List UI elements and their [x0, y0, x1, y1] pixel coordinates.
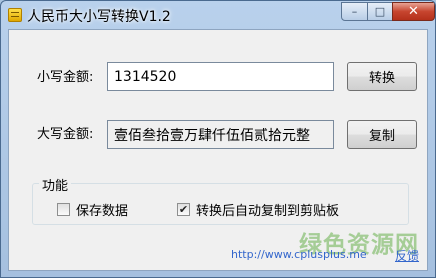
checkbox-unchecked-icon[interactable]	[57, 203, 70, 216]
small-amount-input[interactable]	[107, 62, 334, 91]
save-data-label: 保存数据	[76, 204, 129, 219]
window-title: 人民币大小写转换V1.2	[27, 9, 171, 25]
app-window: 人民币大小写转换V1.2 – □ ✕ 小写金额: 转换 大写金额: 壹佰叁拾壹万…	[0, 0, 436, 278]
convert-button[interactable]: 转换	[347, 62, 417, 91]
minimize-button[interactable]: –	[341, 2, 368, 21]
feedback-link[interactable]: 反馈	[395, 247, 419, 264]
title-bar[interactable]: 人民币大小写转换V1.2 – □ ✕	[1, 1, 435, 29]
minimize-icon: –	[351, 5, 358, 18]
copy-button[interactable]: 复制	[347, 120, 417, 149]
big-amount-field[interactable]: 壹佰叁拾壹万肆仟伍佰贰拾元整	[107, 120, 334, 149]
website-link[interactable]: http://www.cplusplus.me	[231, 248, 367, 261]
auto-copy-checkbox[interactable]: ✔ 转换后自动复制到剪贴板	[177, 200, 339, 219]
small-amount-label: 小写金额:	[37, 70, 94, 85]
maximize-button[interactable]: □	[367, 2, 393, 21]
app-icon	[8, 8, 22, 22]
maximize-icon: □	[374, 5, 386, 18]
save-data-checkbox[interactable]: 保存数据	[57, 200, 128, 219]
checkbox-checked-icon[interactable]: ✔	[177, 203, 190, 216]
client-area: 小写金额: 转换 大写金额: 壹佰叁拾壹万肆仟伍佰贰拾元整 复制 功能 保存数据…	[8, 29, 428, 271]
auto-copy-label: 转换后自动复制到剪贴板	[196, 204, 340, 219]
big-amount-label: 大写金额:	[37, 127, 94, 142]
close-button[interactable]: ✕	[392, 2, 435, 21]
function-group-title: 功能	[39, 175, 72, 194]
close-icon: ✕	[408, 4, 419, 19]
